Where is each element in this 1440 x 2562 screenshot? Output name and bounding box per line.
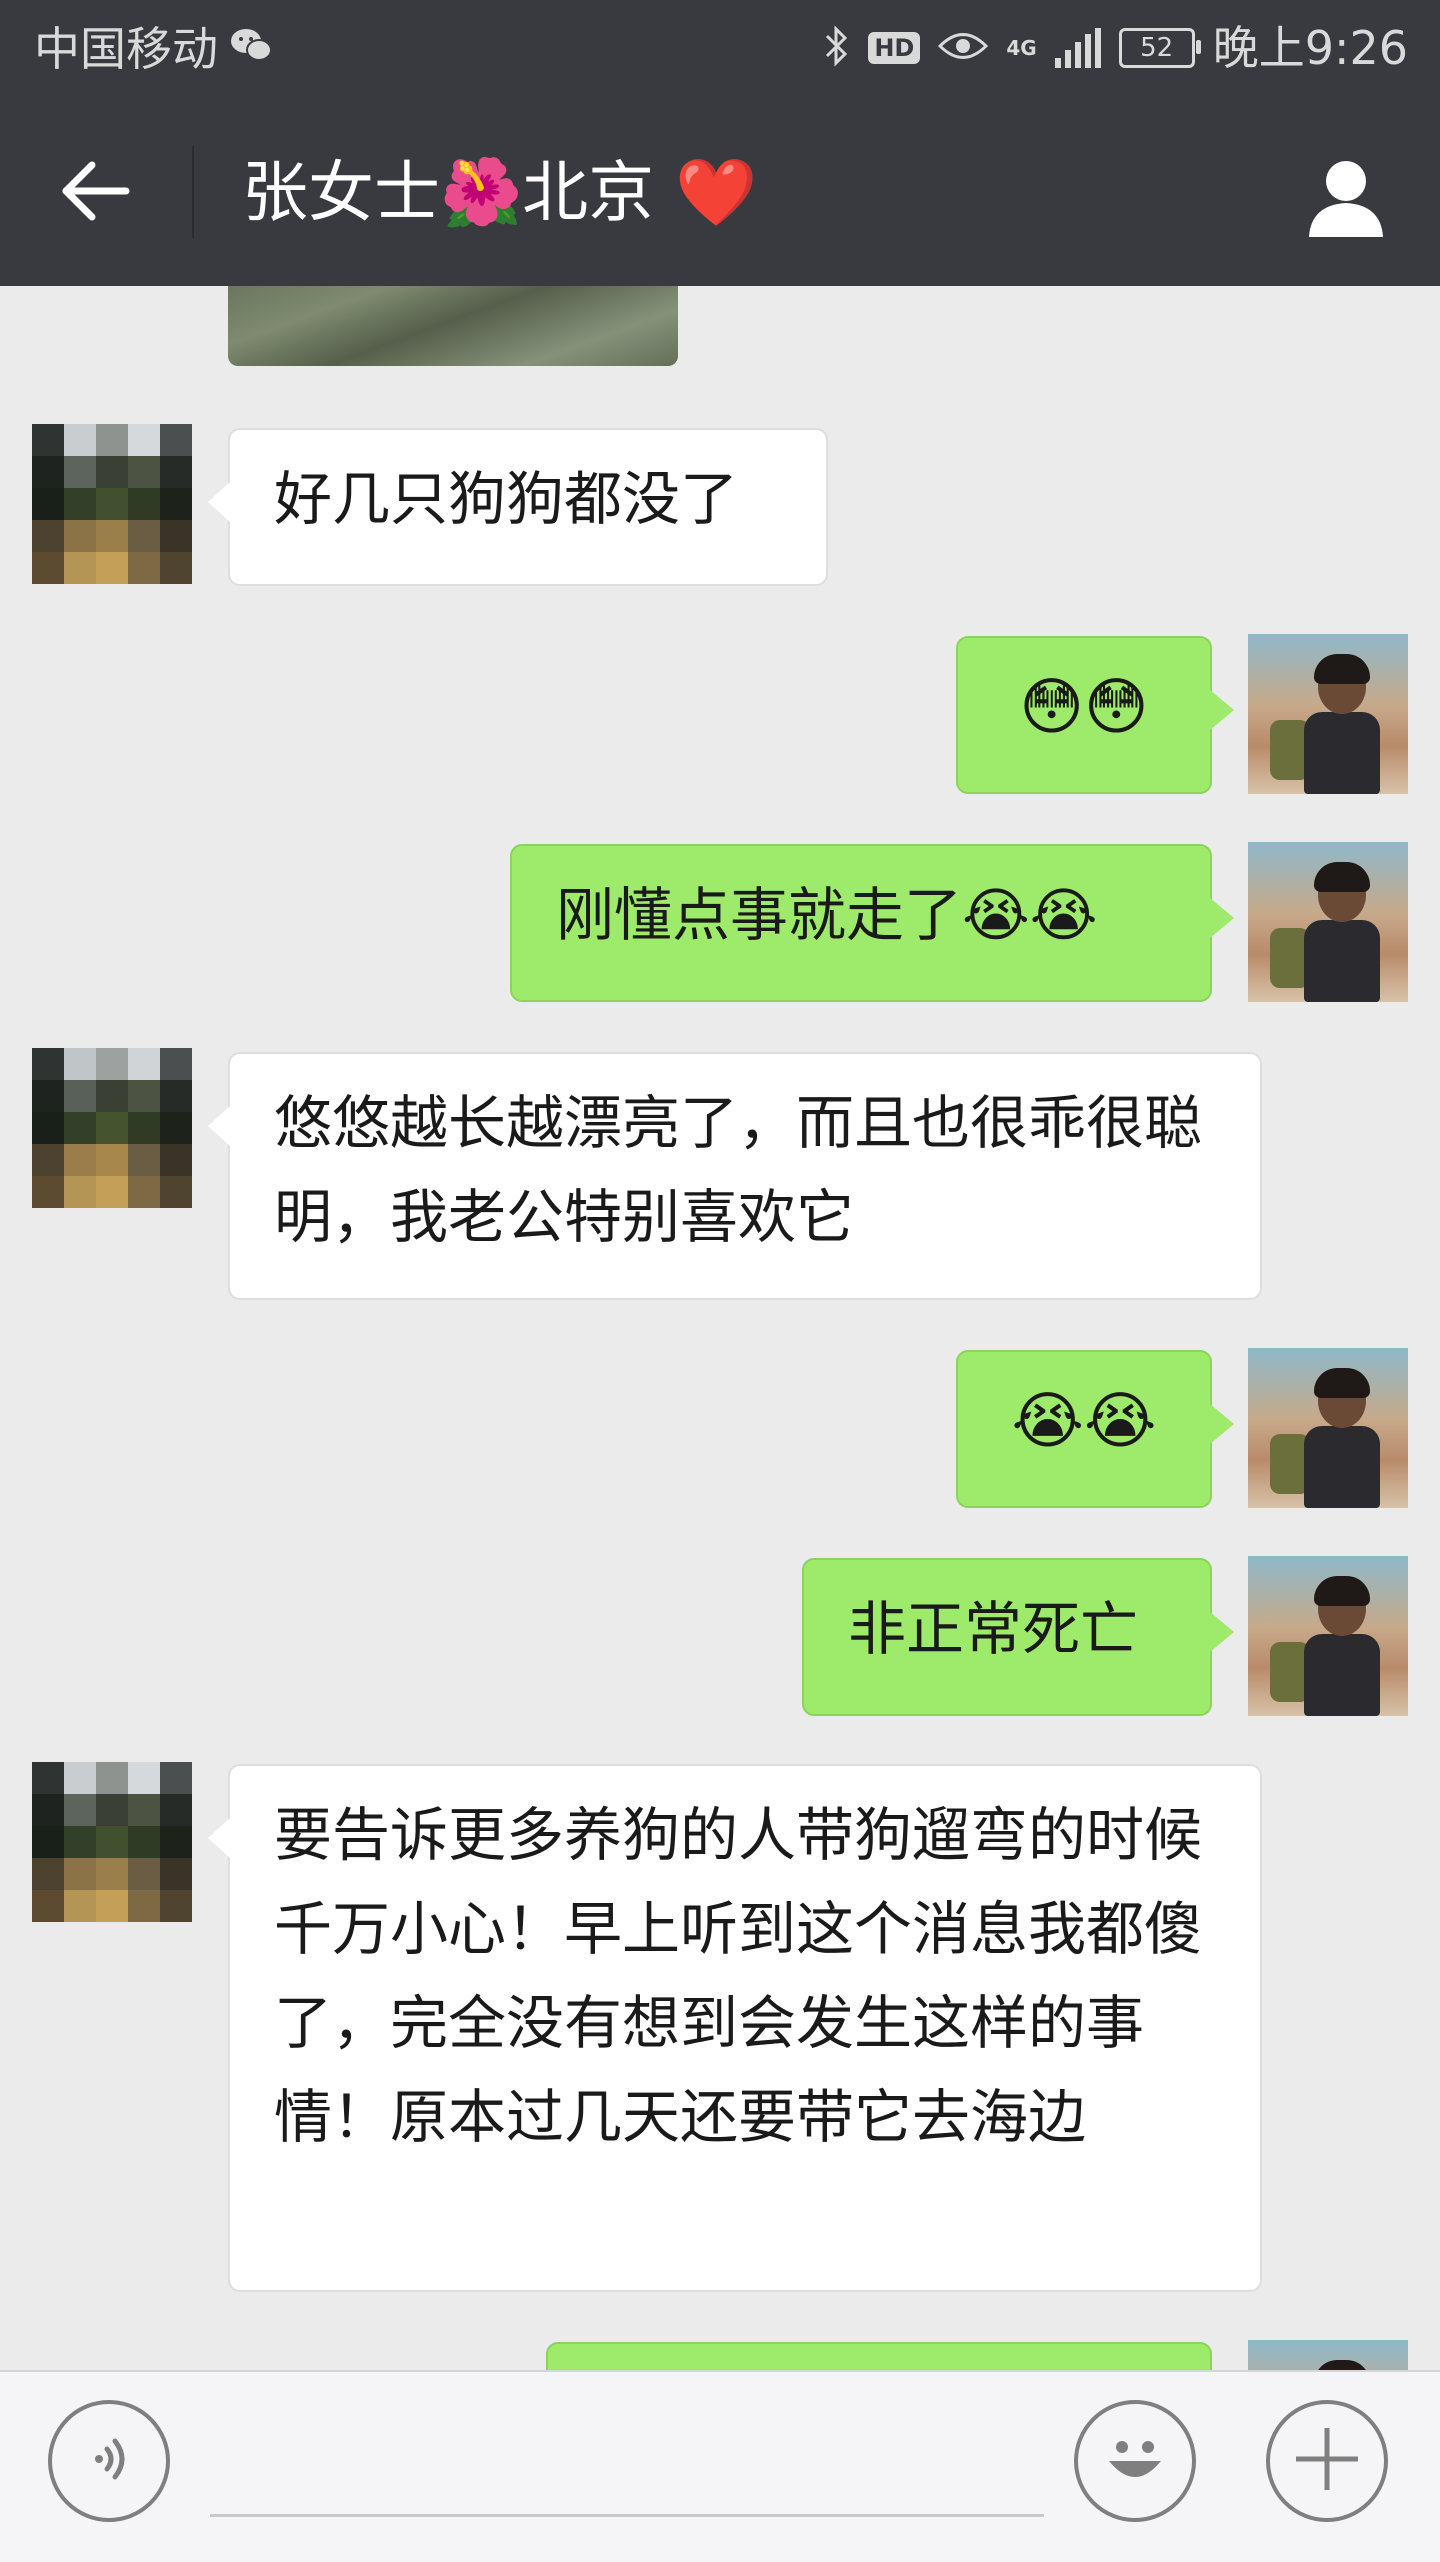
message-text: 😭😭: [1011, 1384, 1157, 1457]
bluetooth-icon: [824, 25, 850, 71]
carrier: 中国移动: [34, 22, 274, 76]
status-bar: 中国移动 HD 4G 52 晚上9:26: [0, 0, 1440, 98]
message-text: 😳😳: [1019, 670, 1149, 743]
voice-button[interactable]: [48, 2400, 170, 2522]
message-bubble-outgoing[interactable]: 刚懂点事就走了😭😭: [510, 844, 1234, 1002]
status-icons: HD 4G 52 晚上9:26: [824, 18, 1408, 78]
battery-icon: 52: [1118, 28, 1201, 68]
message-text: 非正常死亡: [848, 1595, 1139, 1663]
eye-icon: [938, 29, 989, 67]
my-avatar[interactable]: [1248, 2340, 1408, 2370]
user-photo: [1248, 1348, 1408, 1508]
my-avatar[interactable]: [1248, 634, 1408, 794]
message-bubble-outgoing[interactable]: [546, 2342, 1212, 2370]
nav-divider: [192, 146, 194, 238]
carrier-label: 中国移动: [34, 22, 218, 76]
message-bubble-incoming[interactable]: 好几只狗狗都没了: [208, 428, 828, 586]
user-photo: [1248, 842, 1408, 1002]
composer-bar: [0, 2370, 1440, 2562]
chat-header: 张女士🌺北京 ❤️: [0, 98, 1440, 286]
pixelated-avatar: [32, 1048, 192, 1208]
message-input[interactable]: [210, 2412, 1044, 2517]
message-bubble-outgoing[interactable]: 😭😭: [956, 1350, 1234, 1508]
message-bubble-outgoing[interactable]: 非正常死亡: [802, 1558, 1234, 1716]
message-list[interactable]: 好几只狗狗都没了 😳😳 刚懂点事就走了😭😭 悠悠越长越漂亮了，而且也很乖很聪明，…: [0, 286, 1440, 2370]
chat-info-button[interactable]: [1296, 148, 1396, 248]
battery-level: 52: [1140, 33, 1174, 63]
wechat-icon: [228, 22, 274, 76]
signal-icon: [1054, 28, 1101, 68]
chat-title: 张女士🌺北京 ❤️: [242, 154, 758, 231]
message-bubble-incoming[interactable]: 悠悠越长越漂亮了，而且也很乖很聪明，我老公特别喜欢它: [208, 1052, 1262, 1300]
contact-avatar[interactable]: [32, 1762, 192, 1922]
message-text: 悠悠越长越漂亮了，而且也很乖很聪明，我老公特别喜欢它: [274, 1089, 1203, 1251]
user-photo: [1248, 2340, 1408, 2370]
image-message[interactable]: [228, 286, 678, 366]
back-button[interactable]: [50, 148, 140, 238]
user-photo: [1248, 634, 1408, 794]
emoji-button[interactable]: [1074, 2400, 1196, 2522]
hd-badge: HD: [868, 32, 921, 64]
contact-avatar[interactable]: [32, 1048, 192, 1208]
contact-avatar[interactable]: [32, 424, 192, 584]
my-avatar[interactable]: [1248, 842, 1408, 1002]
message-text: 要告诉更多养狗的人带狗遛弯的时候千万小心！早上听到这个消息我都傻了，完全没有想到…: [274, 1801, 1203, 2151]
my-avatar[interactable]: [1248, 1348, 1408, 1508]
arrow-left-icon: [58, 159, 132, 227]
smiley-icon: [1095, 2419, 1175, 2503]
user-photo: [1248, 1556, 1408, 1716]
message-bubble-incoming[interactable]: 要告诉更多养狗的人带狗遛弯的时候千万小心！早上听到这个消息我都傻了，完全没有想到…: [208, 1764, 1262, 2292]
more-button[interactable]: [1266, 2400, 1388, 2522]
clock: 晚上9:26: [1212, 21, 1408, 75]
my-avatar[interactable]: [1248, 1556, 1408, 1716]
pixelated-avatar: [32, 1762, 192, 1922]
message-bubble-outgoing[interactable]: 😳😳: [956, 636, 1234, 794]
person-icon: [1303, 153, 1389, 243]
voice-icon: [79, 2429, 139, 2493]
message-text: 好几只狗狗都没了: [274, 465, 739, 533]
plus-icon: [1290, 2422, 1364, 2500]
message-text: 刚懂点事就走了😭😭: [556, 881, 1098, 949]
pixelated-avatar: [32, 424, 192, 584]
network-type: 4G: [1006, 36, 1037, 60]
